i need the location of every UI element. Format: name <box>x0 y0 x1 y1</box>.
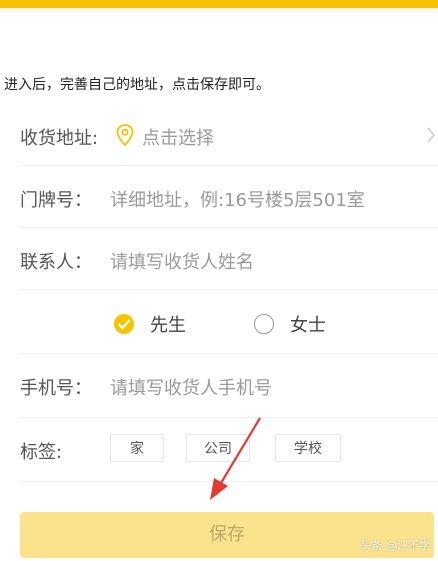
tag-home-button[interactable]: 家 <box>110 434 164 462</box>
address-row[interactable]: 收货地址: 点击选择 <box>20 104 438 166</box>
tags-label: 标签: <box>20 442 63 463</box>
location-pin-icon <box>116 124 134 146</box>
instruction-text: 进入后，完善自己的地址，点击保存即可。 <box>4 77 270 93</box>
address-select-link[interactable]: 点击选择 <box>142 124 214 150</box>
top-bar-shadow <box>0 8 438 14</box>
contact-name-input[interactable]: 请填写收货人姓名 <box>110 248 254 274</box>
door-number-input[interactable]: 详细地址，例:16号楼5层501室 <box>110 186 365 212</box>
check-circle-icon <box>114 314 134 334</box>
contact-row: 联系人： 请填写收货人姓名 <box>20 228 438 290</box>
gender-label-ms: 女士 <box>290 315 326 336</box>
gender-label-mr: 先生 <box>150 315 186 336</box>
chevron-right-icon <box>427 127 435 143</box>
annotation-arrow-icon <box>210 417 261 500</box>
door-number-label: 门牌号： <box>20 190 92 211</box>
door-number-row: 门牌号： 详细地址，例:16号楼5层501室 <box>20 166 438 228</box>
top-bar <box>0 0 438 8</box>
contact-label: 联系人： <box>20 252 92 273</box>
phone-label: 手机号： <box>20 378 92 399</box>
watermark: 头条 @汪不学 <box>360 539 431 552</box>
gender-row: 先生 女士 <box>20 290 438 354</box>
address-label: 收货地址: <box>20 128 99 149</box>
gender-option-mr[interactable]: 先生 <box>114 312 186 336</box>
gender-option-ms[interactable]: 女士 <box>254 312 326 336</box>
address-edit-screen: 进入后，完善自己的地址，点击保存即可。 收货地址: 点击选择 门牌号： 详细地址… <box>0 0 438 561</box>
phone-input[interactable]: 请填写收货人手机号 <box>110 374 272 400</box>
radio-empty-icon <box>254 314 274 334</box>
phone-row: 手机号： 请填写收货人手机号 <box>20 354 438 418</box>
tag-school-button[interactable]: 学校 <box>275 434 341 462</box>
